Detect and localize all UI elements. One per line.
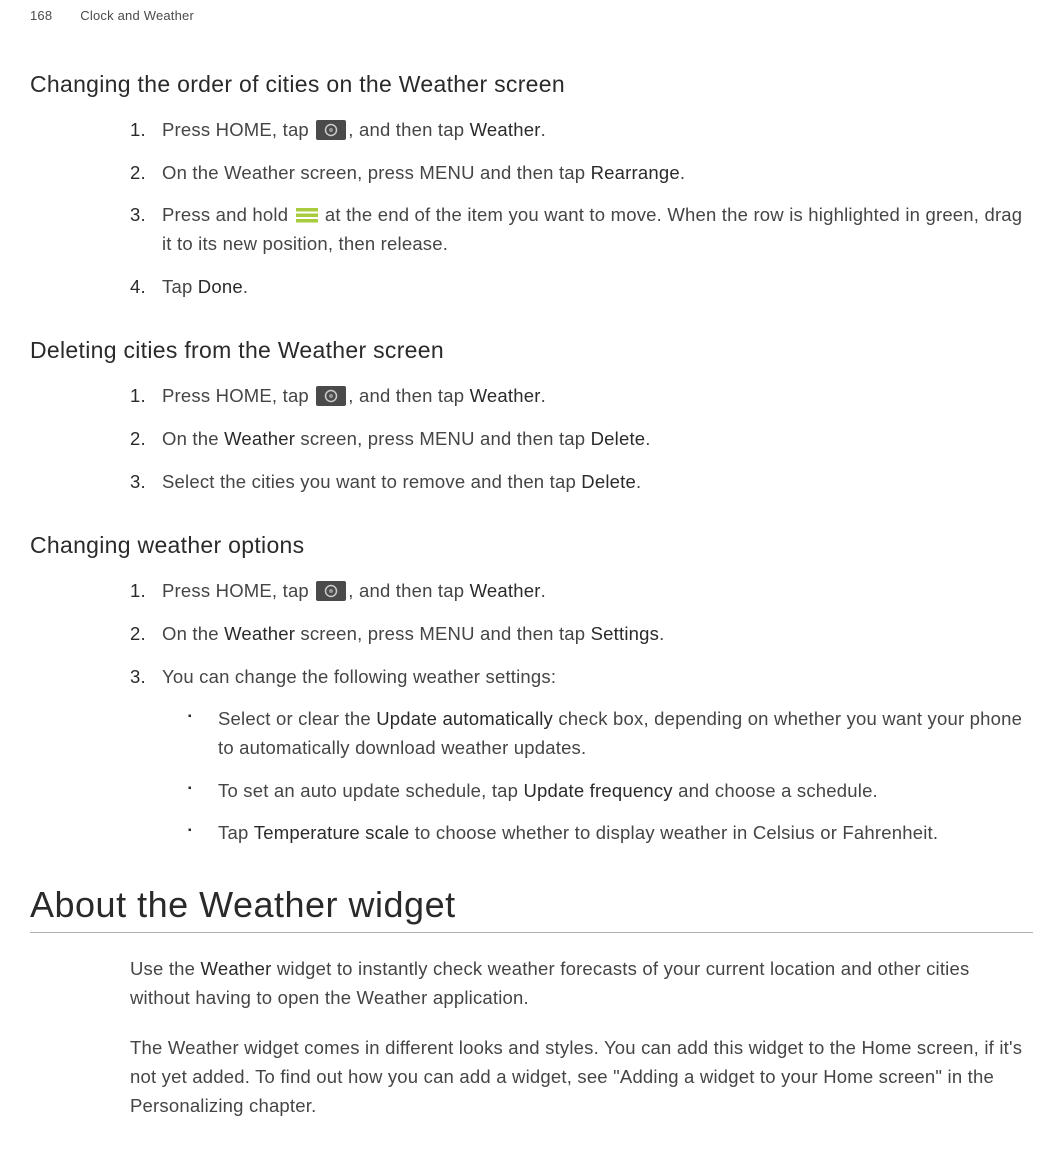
text: Tap bbox=[218, 822, 254, 843]
body-paragraph: The Weather widget comes in different lo… bbox=[30, 1034, 1033, 1120]
major-heading-widget: About the Weather widget bbox=[30, 884, 1033, 933]
text: On the Weather screen, press MENU and th… bbox=[162, 162, 591, 183]
text: Select the cities you want to remove and… bbox=[162, 471, 581, 492]
text: to choose whether to display weather in … bbox=[409, 822, 938, 843]
drag-handle-icon bbox=[296, 204, 318, 222]
apps-icon bbox=[316, 581, 346, 601]
text: Press HOME, tap bbox=[162, 385, 314, 406]
chapter-name: Clock and Weather bbox=[80, 8, 194, 23]
step-item: You can change the following weather set… bbox=[130, 663, 1033, 848]
text: . bbox=[659, 623, 664, 644]
text: Press HOME, tap bbox=[162, 580, 314, 601]
bold-text: Weather bbox=[224, 623, 295, 644]
text: , and then tap bbox=[348, 580, 469, 601]
bold-text: Weather bbox=[470, 580, 541, 601]
body-paragraph: Use the Weather widget to instantly chec… bbox=[30, 955, 1033, 1012]
step-item: On the Weather screen, press MENU and th… bbox=[130, 425, 1033, 454]
section-heading-deleting: Deleting cities from the Weather screen bbox=[30, 337, 1033, 364]
page-header: 168 Clock and Weather bbox=[30, 8, 1033, 23]
steps-deleting: Press HOME, tap , and then tap Weather. … bbox=[30, 382, 1033, 496]
bold-text: Delete bbox=[591, 428, 646, 449]
bullet-item: Tap Temperature scale to choose whether … bbox=[188, 819, 1033, 848]
text: , and then tap bbox=[348, 119, 469, 140]
page-number: 168 bbox=[30, 8, 52, 23]
bullet-list: Select or clear the Update automatically… bbox=[162, 705, 1033, 848]
text: Press and hold bbox=[162, 204, 294, 225]
text: . bbox=[541, 385, 546, 406]
bullet-item: To set an auto update schedule, tap Upda… bbox=[188, 777, 1033, 806]
text: On the bbox=[162, 428, 224, 449]
text: screen, press MENU and then tap bbox=[295, 623, 591, 644]
text: To set an auto update schedule, tap bbox=[218, 780, 523, 801]
bold-text: Weather bbox=[224, 428, 295, 449]
apps-icon bbox=[316, 386, 346, 406]
step-item: On the Weather screen, press MENU and th… bbox=[130, 159, 1033, 188]
bold-text: Update automatically bbox=[376, 708, 553, 729]
text: . bbox=[243, 276, 248, 297]
text: Select or clear the bbox=[218, 708, 376, 729]
section-heading-options: Changing weather options bbox=[30, 532, 1033, 559]
bold-text: Weather bbox=[470, 119, 541, 140]
bold-text: Done bbox=[198, 276, 243, 297]
step-item: Press HOME, tap , and then tap Weather. bbox=[130, 382, 1033, 411]
text: . bbox=[541, 119, 546, 140]
bold-text: Weather bbox=[470, 385, 541, 406]
text: . bbox=[541, 580, 546, 601]
text: . bbox=[680, 162, 685, 183]
step-item: Tap Done. bbox=[130, 273, 1033, 302]
bullet-item: Select or clear the Update automatically… bbox=[188, 705, 1033, 762]
step-item: Select the cities you want to remove and… bbox=[130, 468, 1033, 497]
text: . bbox=[645, 428, 650, 449]
step-item: Press HOME, tap , and then tap Weather. bbox=[130, 577, 1033, 606]
text: , and then tap bbox=[348, 385, 469, 406]
text: On the bbox=[162, 623, 224, 644]
bold-text: Weather bbox=[201, 958, 272, 979]
bold-text: Delete bbox=[581, 471, 636, 492]
text: You can change the following weather set… bbox=[162, 666, 556, 687]
section-heading-changing-order: Changing the order of cities on the Weat… bbox=[30, 71, 1033, 98]
step-item: On the Weather screen, press MENU and th… bbox=[130, 620, 1033, 649]
text: Tap bbox=[162, 276, 198, 297]
steps-options: Press HOME, tap , and then tap Weather. … bbox=[30, 577, 1033, 848]
text: and choose a schedule. bbox=[673, 780, 878, 801]
bold-text: Temperature scale bbox=[254, 822, 410, 843]
text: screen, press MENU and then tap bbox=[295, 428, 591, 449]
text: . bbox=[636, 471, 641, 492]
text: Press HOME, tap bbox=[162, 119, 314, 140]
step-item: Press HOME, tap , and then tap Weather. bbox=[130, 116, 1033, 145]
step-item: Press and hold at the end of the item yo… bbox=[130, 201, 1033, 258]
bold-text: Update frequency bbox=[523, 780, 672, 801]
bold-text: Rearrange bbox=[591, 162, 680, 183]
text: Use the bbox=[130, 958, 201, 979]
steps-changing-order: Press HOME, tap , and then tap Weather. … bbox=[30, 116, 1033, 301]
bold-text: Settings bbox=[591, 623, 659, 644]
apps-icon bbox=[316, 120, 346, 140]
